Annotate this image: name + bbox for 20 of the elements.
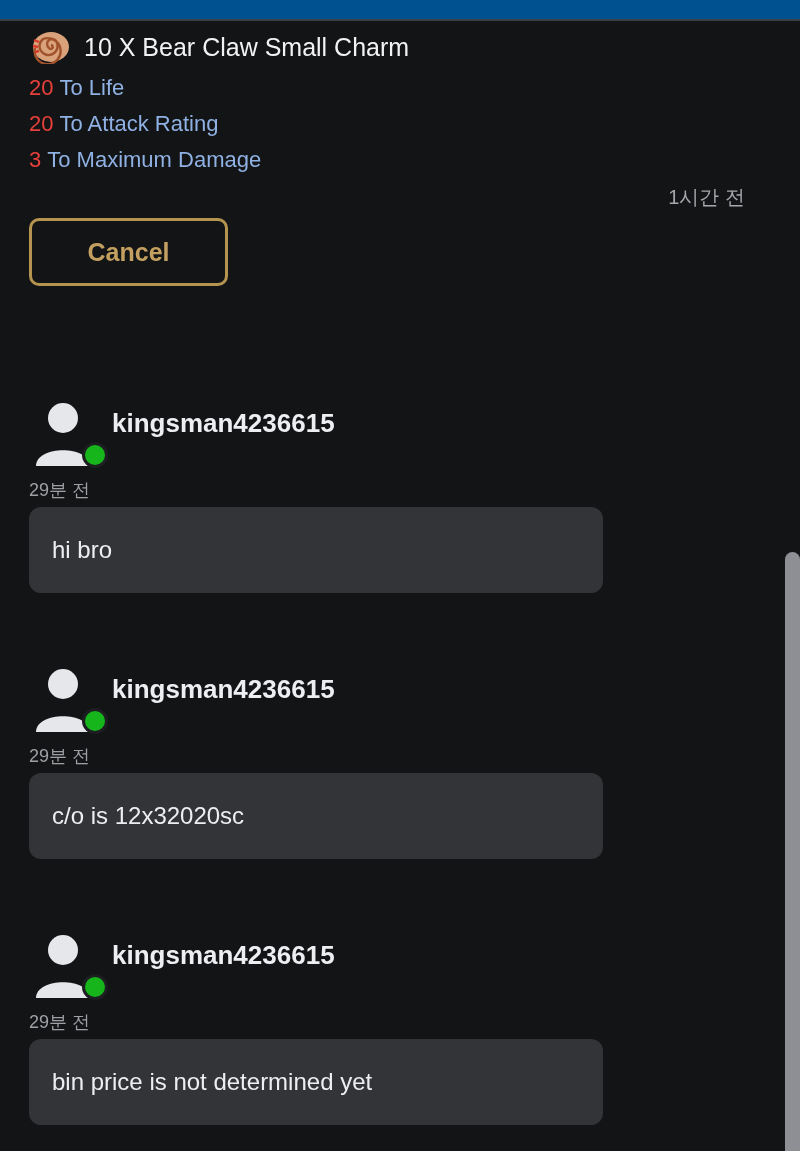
cancel-button[interactable]: Cancel: [29, 218, 228, 286]
username: kingsman4236615: [112, 939, 335, 972]
stat-name: To Attack Rating: [59, 111, 219, 137]
stat-bonus: 3: [29, 147, 42, 173]
stat-name: To Life: [59, 75, 125, 101]
message-bubble: hi bro: [29, 507, 603, 593]
stat-bonus: 20: [29, 75, 54, 101]
stat-bonus: 20: [29, 111, 54, 137]
spiral-icon: [30, 30, 70, 64]
username: kingsman4236615: [112, 673, 335, 706]
username: kingsman4236615: [112, 407, 335, 440]
message-bubble: c/o is 12x32020sc: [29, 773, 603, 859]
scrollbar-thumb[interactable]: [785, 552, 800, 1151]
timestamp: 29분 전: [29, 745, 91, 767]
message-bubble: bin price is not determined yet: [29, 1039, 603, 1125]
timestamp: 29분 전: [29, 1011, 91, 1033]
item-title: 10 X Bear Claw Small Charm: [84, 32, 410, 63]
timestamp: 29분 전: [29, 479, 91, 501]
timestamp: 1시간 전: [668, 186, 745, 208]
stat-name: To Maximum Damage: [47, 147, 262, 173]
